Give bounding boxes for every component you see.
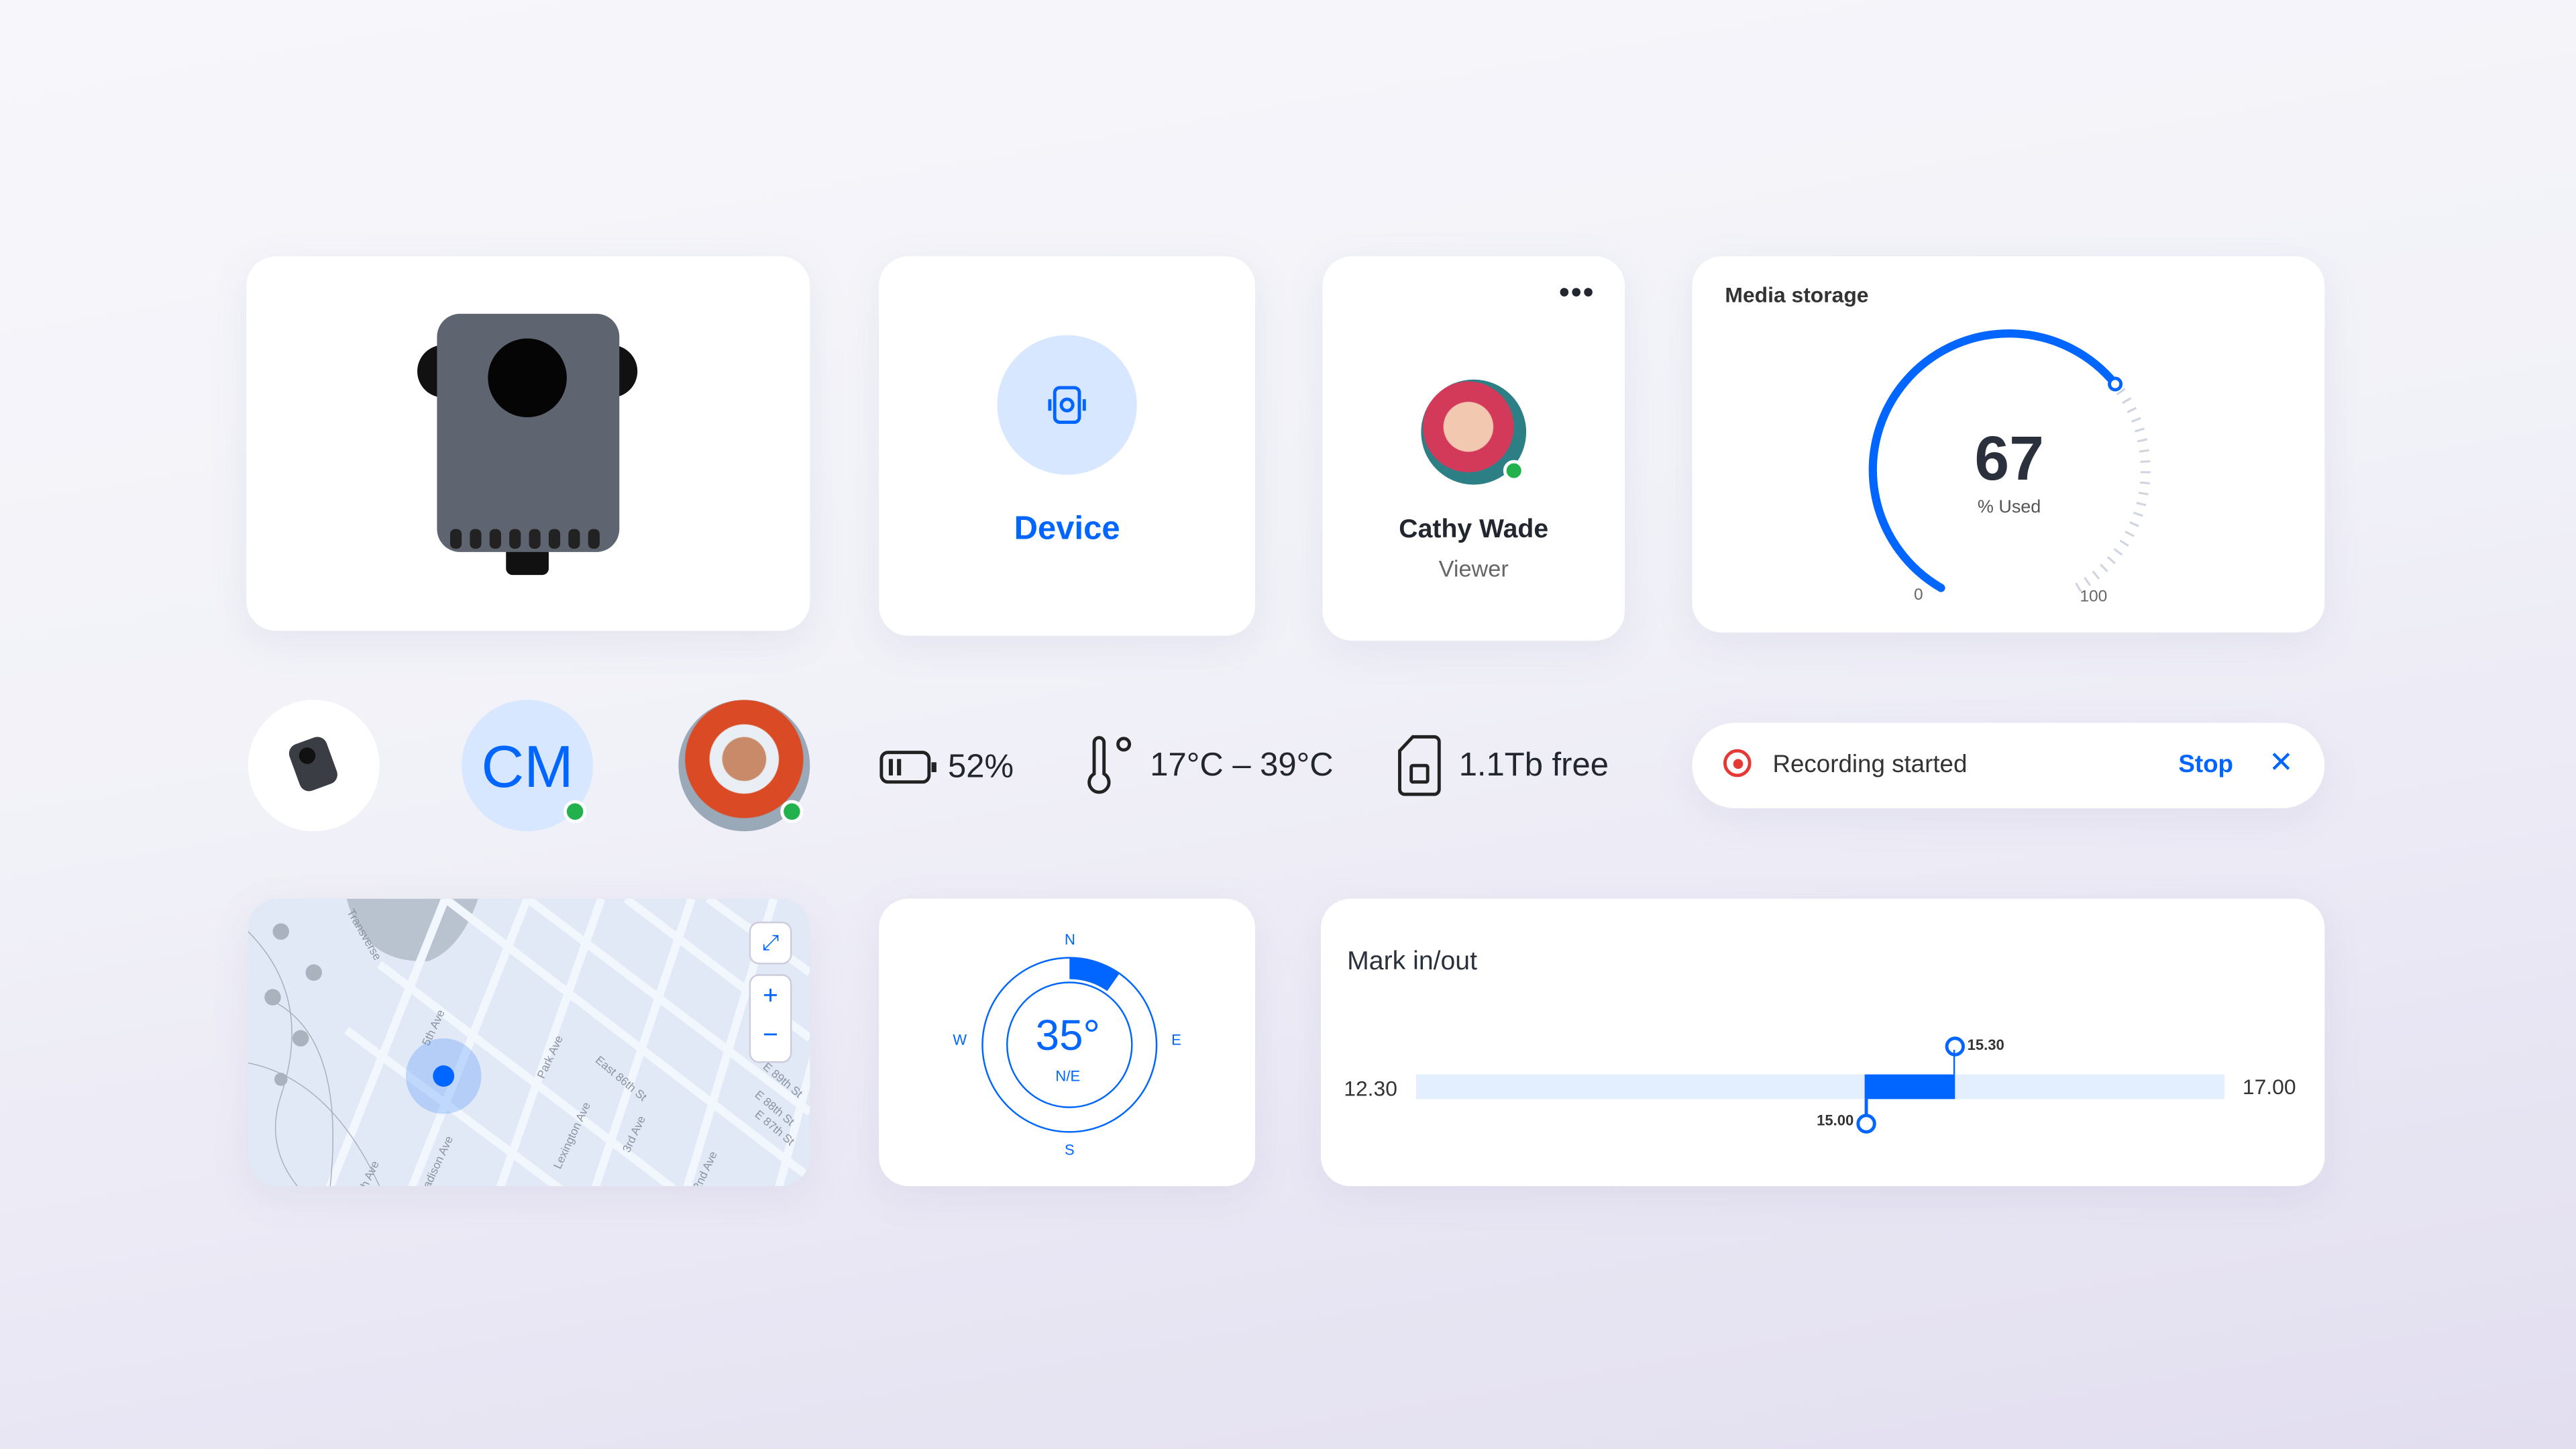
timeline-track[interactable] (1416, 1074, 2224, 1099)
gauge-tick (2137, 438, 2148, 443)
compass-heading-arc (1069, 957, 1120, 991)
camera-illustration (417, 313, 638, 576)
gauge-tick (2129, 521, 2139, 527)
storage-value: 67 (1974, 425, 2044, 495)
gauge-tick (2122, 397, 2132, 405)
gauge-tick (2133, 511, 2143, 517)
expand-map-button[interactable]: ⤢ (749, 921, 792, 965)
map-canvas[interactable]: Transverse 5th Ave Park Ave East 86th St… (248, 898, 810, 1187)
recording-toast: Recording started Stop ✕ (1692, 722, 2325, 808)
zoom-controls: + − (749, 974, 792, 1063)
gauge-tick (2125, 530, 2135, 537)
gauge-tick (2134, 427, 2145, 433)
thermometer-icon (1087, 736, 1132, 794)
profile-card: ••• Cathy Wade Viewer (1322, 256, 1625, 641)
close-icon[interactable]: ✕ (2269, 746, 2294, 780)
camera-image-card (246, 256, 810, 631)
recording-text: Recording started (1772, 751, 1968, 779)
gauge-tick (2131, 417, 2141, 423)
compass-east: E (1171, 1031, 1181, 1049)
range-end-label: 17.00 (2242, 1074, 2296, 1099)
more-horizontal-icon[interactable]: ••• (1559, 276, 1595, 310)
gauge-tick (2119, 539, 2129, 547)
avatar-initials: CM (481, 733, 574, 800)
gauge-min-label: 0 (1914, 586, 1923, 605)
range-start-label: 12.30 (1344, 1076, 1397, 1101)
compass-card: N S W E 35° N/E (879, 898, 1256, 1187)
gauge-tick (2139, 449, 2149, 453)
online-status-dot (780, 800, 804, 823)
temperature-range: 17°C – 39°C (1150, 747, 1334, 783)
compass-north: N (1064, 931, 1075, 949)
storage-unit: % Used (1977, 498, 2041, 518)
initials-avatar[interactable]: CM (462, 700, 594, 832)
sd-card-icon (1398, 735, 1441, 796)
gauge-tick (2138, 491, 2149, 496)
compass-west: W (953, 1031, 967, 1049)
mark-in-out-card: Mark in/out 12.30 17.00 15.30 15.00 (1320, 898, 2325, 1187)
battery-icon (879, 751, 936, 784)
storage-status: 1.1Tb free (1397, 735, 1609, 797)
mark-in-out-title: Mark in/out (1347, 948, 1477, 976)
compass-heading: 35° (1035, 1010, 1100, 1060)
gauge-tick (2113, 548, 2123, 556)
gauge-tick (2127, 407, 2137, 413)
mark-out-handle[interactable]: 15.30 (1944, 1036, 2004, 1075)
stop-button[interactable]: Stop (2178, 751, 2233, 779)
selected-range (1865, 1074, 1955, 1099)
gauge-max-label: 100 (2080, 588, 2108, 606)
profile-role: Viewer (1438, 555, 1509, 582)
compass-south: S (1064, 1142, 1075, 1159)
device-icon (997, 335, 1137, 475)
profile-name: Cathy Wade (1399, 515, 1549, 544)
street-label: 3rd Ave (619, 1114, 648, 1155)
location-dot (433, 1065, 455, 1087)
zoom-in-button[interactable]: + (751, 976, 790, 1019)
media-storage-card: Media storage 67 % Used 0 100 (1692, 256, 2325, 633)
mark-in-handle[interactable]: 15.00 (1817, 1099, 1877, 1134)
temperature-status: 17°C – 39°C (1084, 736, 1334, 795)
storage-free: 1.1Tb free (1458, 747, 1609, 783)
street-label: Park Ave (534, 1033, 566, 1080)
mark-in-label: 15.00 (1817, 1112, 1854, 1129)
gauge-tick (2139, 481, 2150, 485)
compass-direction: N/E (1055, 1067, 1081, 1085)
record-icon (1723, 749, 1752, 777)
device-card[interactable]: Device (879, 256, 1256, 636)
gauge-tick (2084, 576, 2092, 586)
gauge-tick (2136, 501, 2147, 506)
gauge-tick (2100, 564, 2108, 573)
camera-thumbnail[interactable] (248, 700, 380, 832)
device-label: Device (1014, 511, 1120, 547)
online-status-dot (564, 800, 587, 823)
gauge-handle (2108, 376, 2123, 392)
gauge-tick (2106, 556, 2116, 565)
zoom-out-button[interactable]: − (751, 1018, 790, 1061)
online-status-dot (1503, 460, 1525, 482)
battery-status: 52% (879, 743, 1014, 792)
map-widget[interactable]: Transverse 5th Ave Park Ave East 86th St… (248, 898, 810, 1187)
photo-avatar[interactable] (678, 700, 810, 832)
mark-out-label: 15.30 (1967, 1036, 2004, 1053)
gauge-tick (2092, 570, 2100, 580)
battery-percent: 52% (948, 748, 1014, 785)
